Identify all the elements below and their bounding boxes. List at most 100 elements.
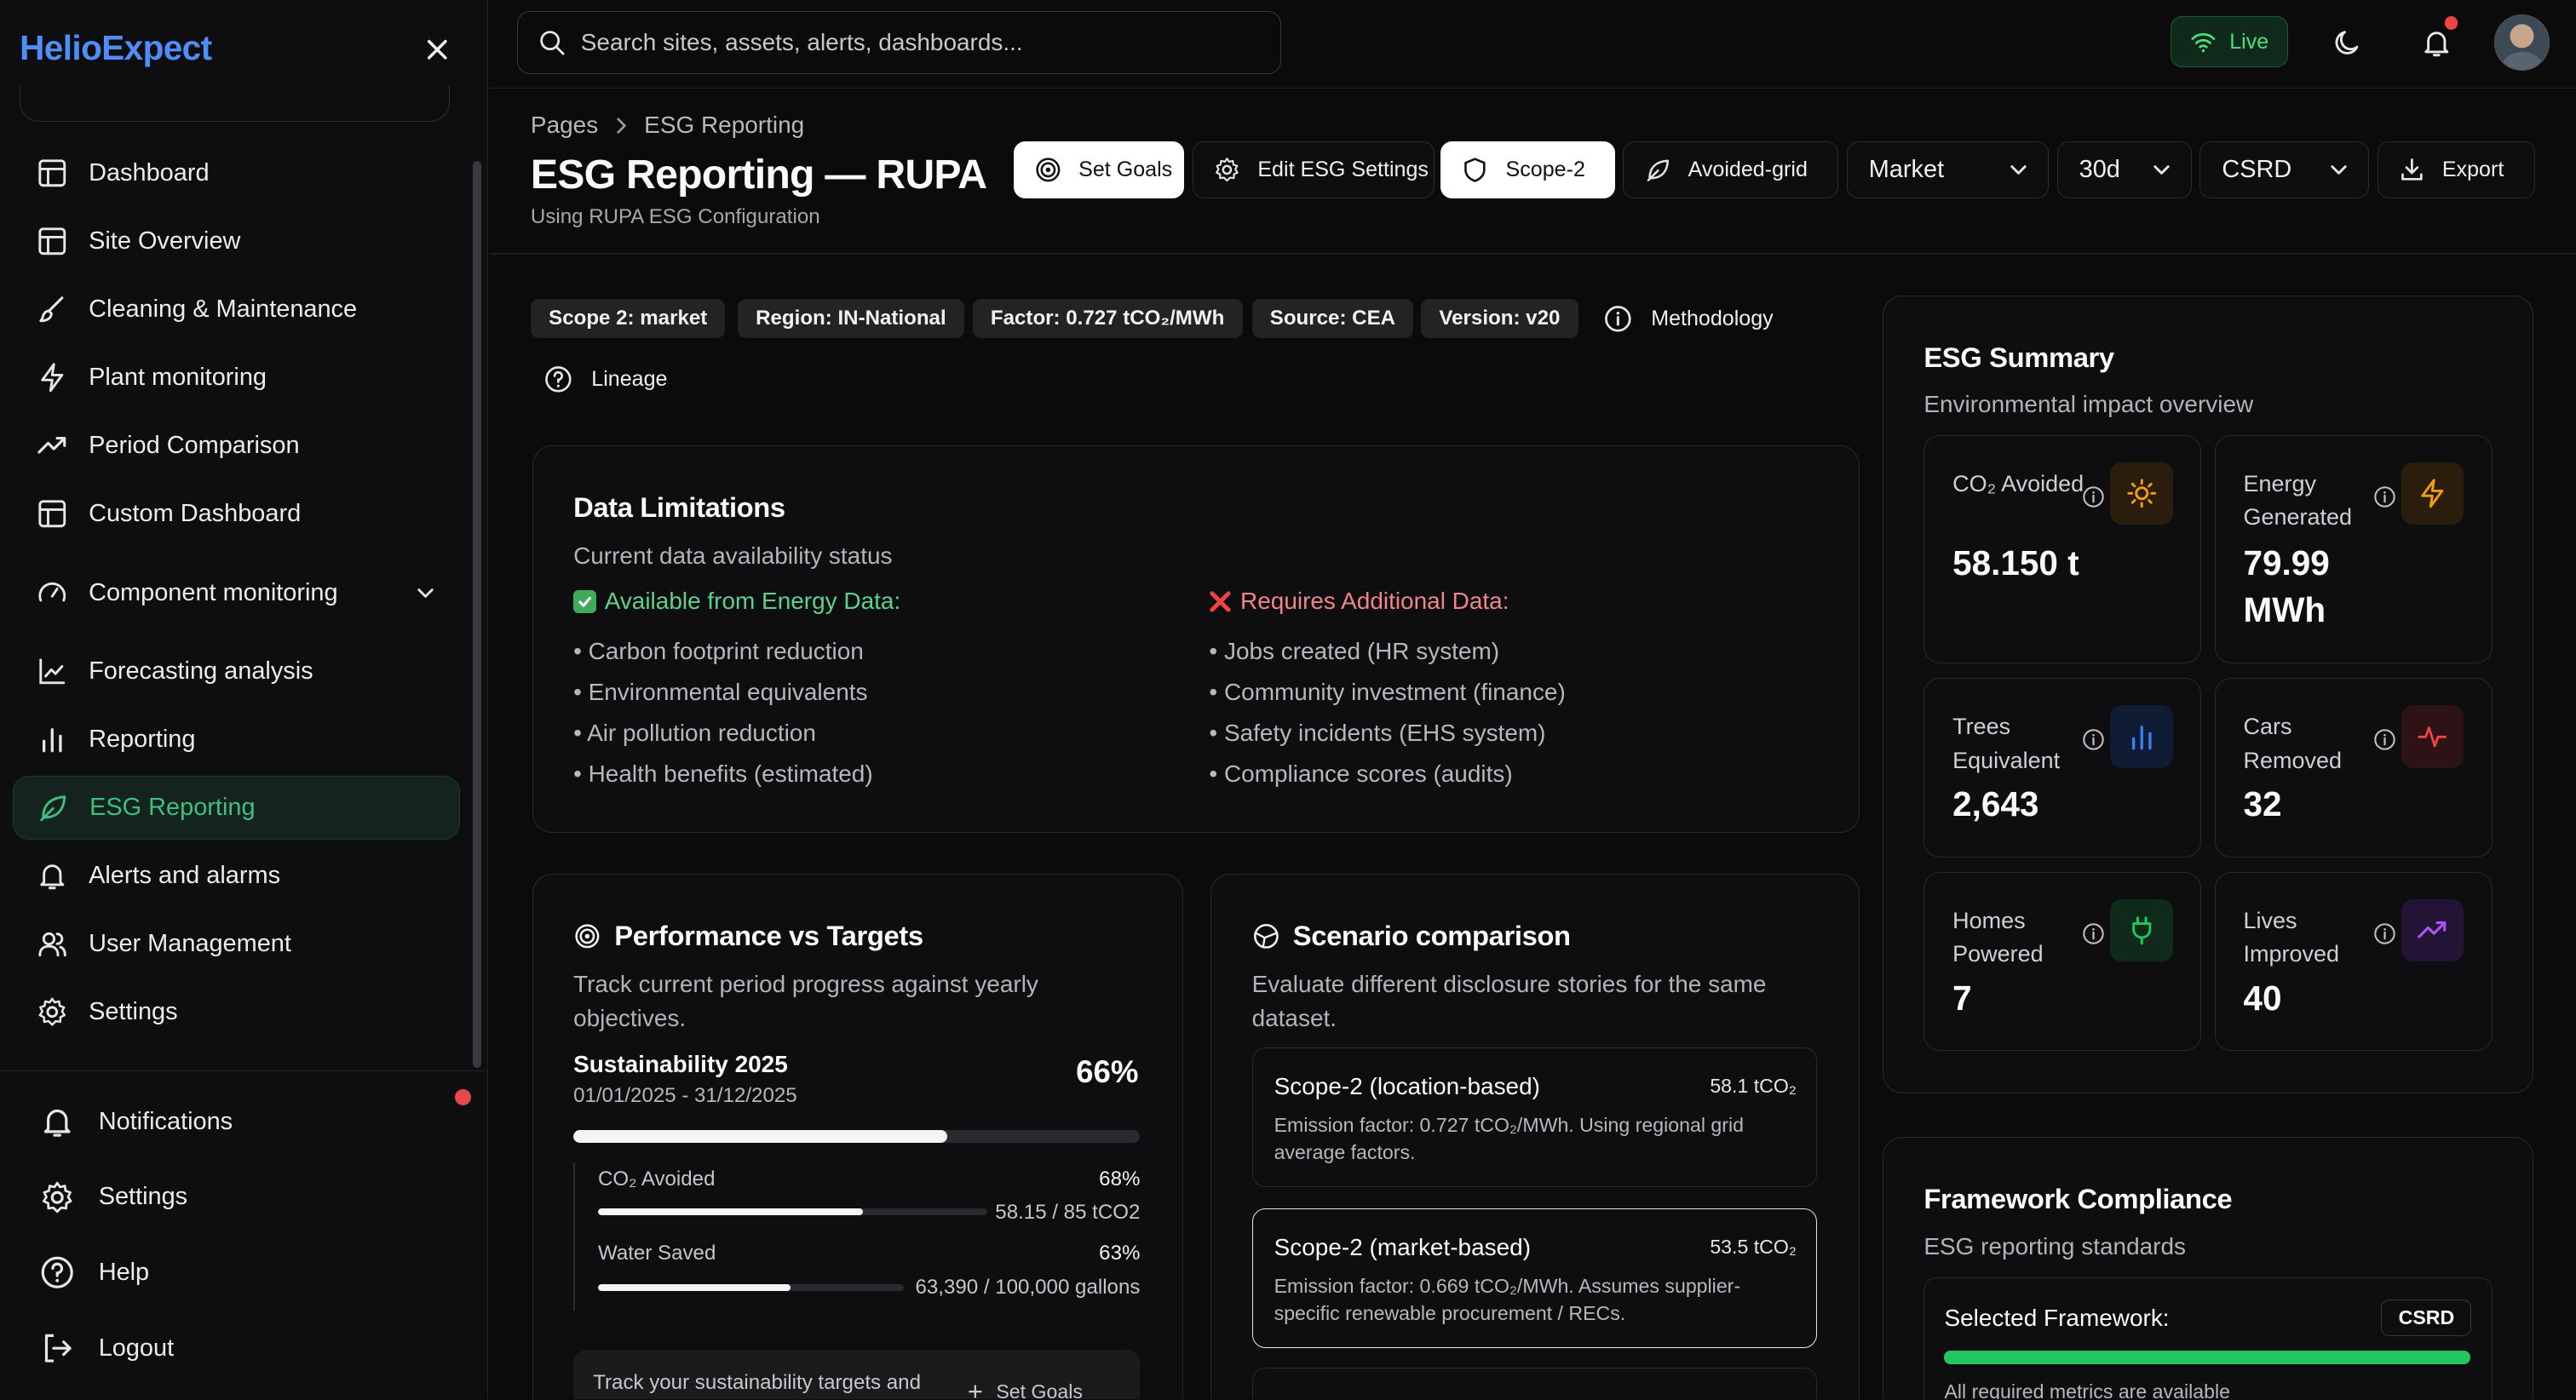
info-icon[interactable]: [2082, 485, 2105, 508]
stat-value: 40: [2243, 978, 2282, 1018]
sidebar-item-logout[interactable]: Logout: [39, 1330, 174, 1366]
info-icon[interactable]: [2373, 728, 2396, 751]
scenario-title-label: Scenario comparison: [1292, 919, 1571, 951]
workspace-selector[interactable]: [20, 85, 451, 122]
methodology-link[interactable]: Methodology: [1603, 304, 1774, 334]
sidebar-item-label: Component monitoring: [89, 578, 338, 606]
list-item: • Health benefits (estimated): [573, 760, 873, 788]
sidebar-item-help[interactable]: Help: [39, 1254, 149, 1290]
avatar[interactable]: [2493, 14, 2550, 71]
breadcrumb-current: ESG Reporting: [644, 112, 805, 139]
export-button[interactable]: Export: [2377, 141, 2535, 199]
stat-label: CO₂ Avoided: [1952, 470, 2084, 496]
list-item: • Air pollution reduction: [573, 720, 816, 746]
avoided-grid-toggle[interactable]: Avoided-grid: [1623, 141, 1839, 199]
info-icon[interactable]: [2082, 922, 2105, 945]
bell-icon[interactable]: [2420, 26, 2453, 60]
breadcrumb-pages[interactable]: Pages: [531, 112, 598, 139]
sidebar-item-dashboard[interactable]: Dashboard: [13, 141, 460, 205]
scenario-option-title: Scope-2 (market-based): [1274, 1234, 1532, 1261]
bar-chart-icon: [2131, 725, 2152, 750]
shield-icon: [1464, 158, 1486, 182]
stat-label: Homes Powered: [1952, 907, 2044, 967]
tag-source: Source: CEA: [1251, 298, 1414, 339]
esg-summary-title: ESG Summary: [1923, 341, 2114, 374]
sidebar: HelioExpect Dashboard Site Overview Clea…: [0, 0, 488, 1400]
sidebar-item-label: Logout: [98, 1334, 175, 1362]
close-icon[interactable]: [421, 33, 454, 66]
sidebar-item-label: Period Comparison: [89, 432, 300, 459]
sidebar-item-label: Dashboard: [89, 158, 210, 186]
required-heading: Requires Additional Data:: [1209, 588, 1509, 615]
sidebar-scrollbar[interactable]: [473, 160, 482, 1068]
trend-icon: [37, 437, 66, 454]
sidebar-item-reporting[interactable]: Reporting: [13, 708, 460, 772]
method-select[interactable]: Market: [1846, 141, 2049, 199]
gear-icon: [43, 1181, 72, 1213]
info-icon[interactable]: [2082, 728, 2105, 751]
sidebar-item-site-overview[interactable]: Site Overview: [13, 209, 460, 273]
list-item: • Community investment (finance): [1209, 678, 1566, 705]
method-select-value: Market: [1868, 156, 1945, 184]
scope-2-toggle[interactable]: Scope-2: [1440, 141, 1615, 199]
metric-label: CO₂ Avoided: [597, 1168, 716, 1191]
brush-icon: [39, 296, 64, 323]
goal-prompt: Track your sustainability targets and + …: [573, 1350, 1141, 1400]
prompt-set-goals-button[interactable]: + Set Goals: [968, 1376, 1083, 1399]
scenario-option-desc: Emission factor: 0.669 tCO₂/MWh. Assumes…: [1274, 1274, 1741, 1325]
sidebar-item-label: Custom Dashboard: [89, 500, 302, 528]
period-select[interactable]: 30d: [2056, 141, 2192, 199]
sidebar-item-period-comparison[interactable]: Period Comparison: [13, 414, 460, 478]
topbar: Live: [489, 0, 2576, 89]
page-title: ESG Reporting — RUPA: [530, 152, 987, 198]
goal-progress-bar: [573, 1129, 1141, 1144]
sidebar-item-bottom-settings[interactable]: Settings: [39, 1179, 187, 1215]
sidebar-item-label: Forecasting analysis: [89, 657, 313, 686]
bell-badge: [2444, 16, 2458, 30]
available-heading-label: Available from Energy Data:: [604, 588, 901, 615]
sidebar-item-settings[interactable]: Settings: [13, 980, 460, 1044]
search-box[interactable]: [517, 11, 1282, 74]
lineage-link[interactable]: Lineage: [543, 364, 667, 394]
search-input[interactable]: [580, 29, 1271, 57]
sidebar-item-component-monitoring[interactable]: Component monitoring: [13, 560, 460, 624]
framework-progress-bar: [1944, 1351, 2470, 1364]
scenario-option-market[interactable]: Scope-2 (market-based) 53.5 tCO₂ Emissio…: [1251, 1208, 1817, 1349]
edit-esg-settings-button[interactable]: Edit ESG Settings: [1193, 141, 1435, 199]
sidebar-item-esg-reporting[interactable]: ESG Reporting: [13, 776, 460, 841]
sidebar-item-label: Notifications: [98, 1107, 233, 1135]
set-goals-label: Set Goals: [1078, 158, 1173, 182]
sidebar-item-forecasting[interactable]: Forecasting analysis: [13, 640, 460, 703]
moon-icon[interactable]: [2332, 26, 2365, 60]
scenario-option-more[interactable]: [1251, 1368, 1817, 1400]
help-icon: [545, 366, 572, 393]
scenario-option-location[interactable]: Scope-2 (location-based) 58.1 tCO₂ Emiss…: [1251, 1047, 1817, 1188]
sidebar-item-plant-monitoring[interactable]: Plant monitoring: [13, 346, 460, 410]
live-button[interactable]: Live: [2170, 16, 2289, 68]
framework-compliance-title: Framework Compliance: [1923, 1182, 2233, 1214]
sidebar-item-notifications[interactable]: Notifications: [39, 1104, 233, 1139]
sidebar-item-user-management[interactable]: User Management: [13, 912, 460, 976]
leaf-icon: [40, 795, 66, 822]
info-icon[interactable]: [2373, 922, 2396, 945]
set-goals-button[interactable]: Set Goals: [1013, 141, 1185, 199]
tag-region: Region: IN-National: [737, 298, 964, 339]
info-icon[interactable]: [2373, 485, 2396, 508]
wifi-icon: [2191, 32, 2216, 53]
chevron-down-icon[interactable]: [414, 582, 437, 605]
scenario-option-value: 53.5 tCO₂: [1710, 1236, 1797, 1259]
sidebar-item-cleaning[interactable]: Cleaning & Maintenance: [13, 278, 460, 341]
list-item: • Jobs created (HR system): [1209, 637, 1500, 664]
stat-label: Lives Improved: [2243, 907, 2339, 967]
sidebar-item-label: User Management: [89, 930, 291, 958]
tag-scope: Scope 2: market: [530, 298, 726, 339]
stat-icon-tile: [2110, 462, 2173, 525]
sidebar-item-custom-dashboard[interactable]: Custom Dashboard: [13, 482, 460, 546]
sidebar-nav: Dashboard Site Overview Cleaning & Maint…: [13, 141, 460, 1048]
sidebar-item-alerts[interactable]: Alerts and alarms: [13, 844, 460, 908]
framework-select[interactable]: CSRD: [2199, 141, 2369, 199]
stat-value: 32: [2243, 784, 2282, 824]
available-heading: Available from Energy Data:: [573, 588, 900, 615]
stat-label: Cars Removed: [2243, 714, 2342, 773]
methodology-label: Methodology: [1651, 306, 1774, 330]
